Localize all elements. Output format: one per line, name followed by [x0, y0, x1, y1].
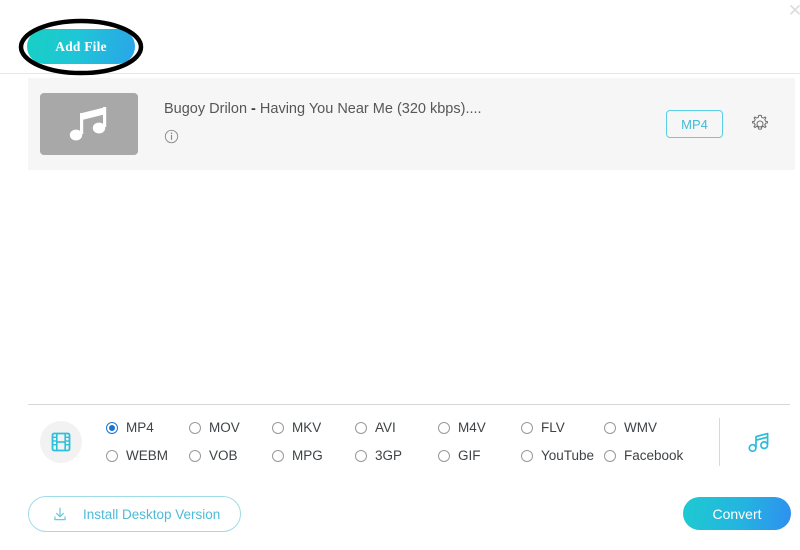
format-option-label: YouTube: [541, 448, 594, 463]
format-option-label: AVI: [375, 420, 396, 435]
radio-mark: [355, 450, 367, 462]
radio-mark: [438, 422, 450, 434]
format-option-mkv[interactable]: MKV: [272, 420, 355, 435]
format-option-label: Facebook: [624, 448, 683, 463]
radio-mark: [521, 422, 533, 434]
video-category-button[interactable]: [40, 421, 82, 463]
format-option-avi[interactable]: AVI: [355, 420, 438, 435]
format-option-mp4[interactable]: MP4: [106, 420, 189, 435]
format-option-vob[interactable]: VOB: [189, 448, 272, 463]
format-option-mpg[interactable]: MPG: [272, 448, 355, 463]
radio-mark: [189, 450, 201, 462]
format-option-webm[interactable]: WEBM: [106, 448, 189, 463]
film-strip-icon: [49, 430, 73, 454]
radio-mark: [106, 422, 118, 434]
file-title-suffix: Having You Near Me (320 kbps)....: [256, 101, 482, 117]
format-option-m4v[interactable]: M4V: [438, 420, 521, 435]
format-bar-divider: [719, 418, 720, 466]
format-option-youtube[interactable]: YouTube: [521, 448, 604, 463]
gear-icon[interactable]: [749, 113, 771, 135]
format-option-label: MP4: [126, 420, 154, 435]
format-option-label: FLV: [541, 420, 565, 435]
format-selector-bar: MP4 MOV MKV AVI M4V FLV WMV WEBM: [28, 404, 790, 478]
radio-mark: [355, 422, 367, 434]
format-option-label: MKV: [292, 420, 321, 435]
file-format-badge-label: MP4: [681, 117, 708, 132]
format-option-label: MPG: [292, 448, 323, 463]
format-option-wmv[interactable]: WMV: [604, 420, 687, 435]
radio-mark: [438, 450, 450, 462]
format-option-label: WMV: [624, 420, 657, 435]
format-radio-group: MP4 MOV MKV AVI M4V FLV WMV WEBM: [106, 414, 719, 470]
music-note-icon: [745, 428, 773, 456]
format-option-label: M4V: [458, 420, 486, 435]
file-list-item[interactable]: Bugoy Drilon - Having You Near Me (320 k…: [28, 78, 795, 170]
radio-mark: [189, 422, 201, 434]
file-format-badge[interactable]: MP4: [666, 110, 723, 138]
format-option-label: WEBM: [126, 448, 168, 463]
file-title: Bugoy Drilon - Having You Near Me (320 k…: [164, 100, 666, 118]
file-info: Bugoy Drilon - Having You Near Me (320 k…: [164, 100, 666, 149]
install-desktop-version-label: Install Desktop Version: [83, 507, 220, 522]
close-icon[interactable]: ✕: [786, 2, 800, 20]
format-option-label: GIF: [458, 448, 481, 463]
download-icon: [51, 505, 69, 523]
file-title-prefix: Bugoy Drilon: [164, 101, 251, 117]
info-icon[interactable]: [164, 129, 179, 144]
format-option-label: MOV: [209, 420, 240, 435]
format-option-label: 3GP: [375, 448, 402, 463]
format-option-gif[interactable]: GIF: [438, 448, 521, 463]
convert-button-label: Convert: [712, 506, 761, 522]
radio-mark: [272, 422, 284, 434]
format-option-3gp[interactable]: 3GP: [355, 448, 438, 463]
music-note-icon: [66, 104, 112, 144]
radio-mark: [106, 450, 118, 462]
format-option-label: VOB: [209, 448, 238, 463]
app-header: Add File ✕: [0, 0, 800, 74]
convert-button[interactable]: Convert: [683, 497, 791, 530]
format-option-mov[interactable]: MOV: [189, 420, 272, 435]
format-option-flv[interactable]: FLV: [521, 420, 604, 435]
file-thumbnail: [40, 93, 138, 155]
radio-mark: [604, 450, 616, 462]
radio-mark: [521, 450, 533, 462]
format-option-facebook[interactable]: Facebook: [604, 448, 687, 463]
install-desktop-version-button[interactable]: Install Desktop Version: [28, 496, 241, 532]
audio-category-button[interactable]: [742, 425, 776, 459]
add-file-label: Add File: [55, 39, 106, 55]
radio-mark: [604, 422, 616, 434]
add-file-button[interactable]: Add File: [27, 29, 135, 64]
radio-mark: [272, 450, 284, 462]
